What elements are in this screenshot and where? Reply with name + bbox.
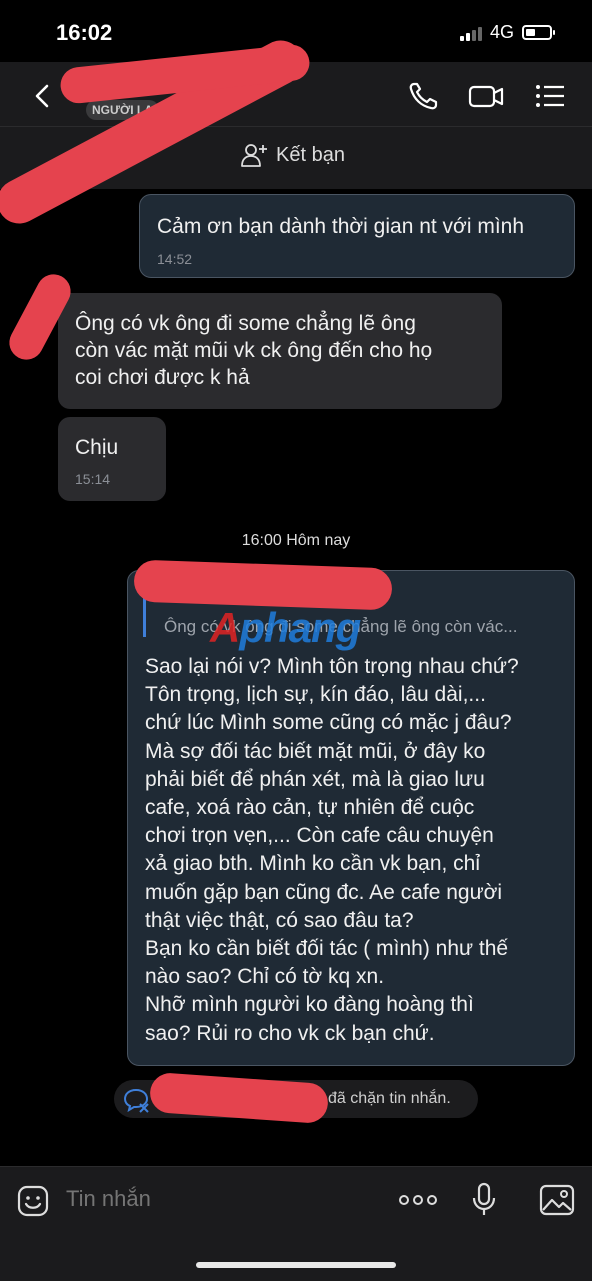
emoji-sticker-icon[interactable] — [16, 1184, 50, 1218]
reply-text: Sao lại nói v? Mình tôn trọng nhau chứ? … — [145, 653, 519, 1048]
message-line: Ông có vk ông đi some chẳng lẽ ông — [75, 312, 416, 335]
back-arrow-icon[interactable] — [30, 82, 56, 110]
home-indicator — [196, 1262, 396, 1268]
add-friend-label: Kết bạn — [276, 143, 345, 166]
message-line: thật việc thật, có sao đâu ta? — [145, 908, 414, 932]
message-line: chứ lúc Mình some cũng có mặc j đâu? — [145, 711, 512, 735]
message-line: Bạn ko cần biết đối tác ( mình) như thế — [145, 937, 509, 961]
message-line: chơi trọn vẹn,... Còn cafe câu chuyện — [145, 824, 494, 848]
message-bubble-outgoing[interactable]: Cảm ơn bạn dành thời gian nt với mình 14… — [139, 194, 575, 278]
message-time: 14:52 — [157, 251, 193, 267]
message-input[interactable] — [66, 1186, 366, 1212]
message-line: coi chơi được k hả — [75, 366, 250, 389]
image-gallery-icon[interactable] — [538, 1183, 576, 1217]
network-label: 4G — [489, 22, 514, 42]
menu-list-icon[interactable] — [532, 80, 568, 112]
message-text: Ông có vk ông đi some chẳng lẽ ông còn v… — [75, 310, 432, 391]
message-line: muốn gặp bạn cũng đc. Ae cafe người — [145, 880, 503, 904]
message-line: Nhỡ mình người ko đàng hoàng thì — [145, 993, 474, 1017]
add-person-icon — [241, 144, 267, 167]
message-bubble-incoming[interactable]: Ông có vk ông đi some chẳng lẽ ông còn v… — [58, 293, 502, 409]
status-time: 16:02 — [56, 20, 113, 45]
message-time: 15:14 — [75, 471, 111, 487]
more-options-icon[interactable] — [398, 1190, 438, 1210]
battery-icon — [522, 25, 555, 40]
message-line: sao? Rủi ro cho vk ck bạn chứ. — [145, 1021, 435, 1045]
redaction-scribble — [133, 559, 393, 611]
message-line: nào sao? Chỉ có tờ kq xn. — [145, 965, 385, 989]
message-line: phải biết để phán xét, mà là giao lưu — [145, 767, 485, 791]
phone-icon[interactable] — [406, 80, 442, 112]
signal-icon — [459, 25, 482, 41]
message-line: còn vác mặt mũi vk ck ông đến cho họ — [75, 339, 433, 362]
message-text: Cảm ơn bạn dành thời gian nt với mình — [157, 215, 525, 238]
message-line: cafe, xoá rào cản, tự nhiên để cuộc — [145, 796, 475, 820]
message-line: Sao lại nói v? Mình tôn trọng nhau chứ? — [145, 655, 519, 678]
watermark-logo: Aphang — [210, 604, 361, 651]
video-call-icon[interactable] — [468, 80, 504, 112]
message-text: Chịu — [75, 436, 119, 459]
message-line: Mà sợ đối tác biết mặt mũi, ở đây ko — [145, 739, 486, 763]
day-separator: 16:00 Hôm nay — [241, 532, 351, 549]
blocked-chat-icon — [123, 1088, 149, 1113]
microphone-icon[interactable] — [470, 1182, 498, 1218]
message-line: Tôn trọng, lịch sự, kín đáo, lâu dài,... — [145, 683, 486, 707]
add-friend-button[interactable]: Kết bạn — [240, 142, 345, 168]
message-line: xả giao bth. Mình ko cần vk bạn, chỉ — [145, 852, 481, 876]
system-notice-text: đã chặn tin nhắn. — [328, 1090, 451, 1107]
status-indicators: 4G — [459, 22, 555, 43]
message-bubble-incoming[interactable]: Chịu 15:14 — [58, 417, 166, 501]
